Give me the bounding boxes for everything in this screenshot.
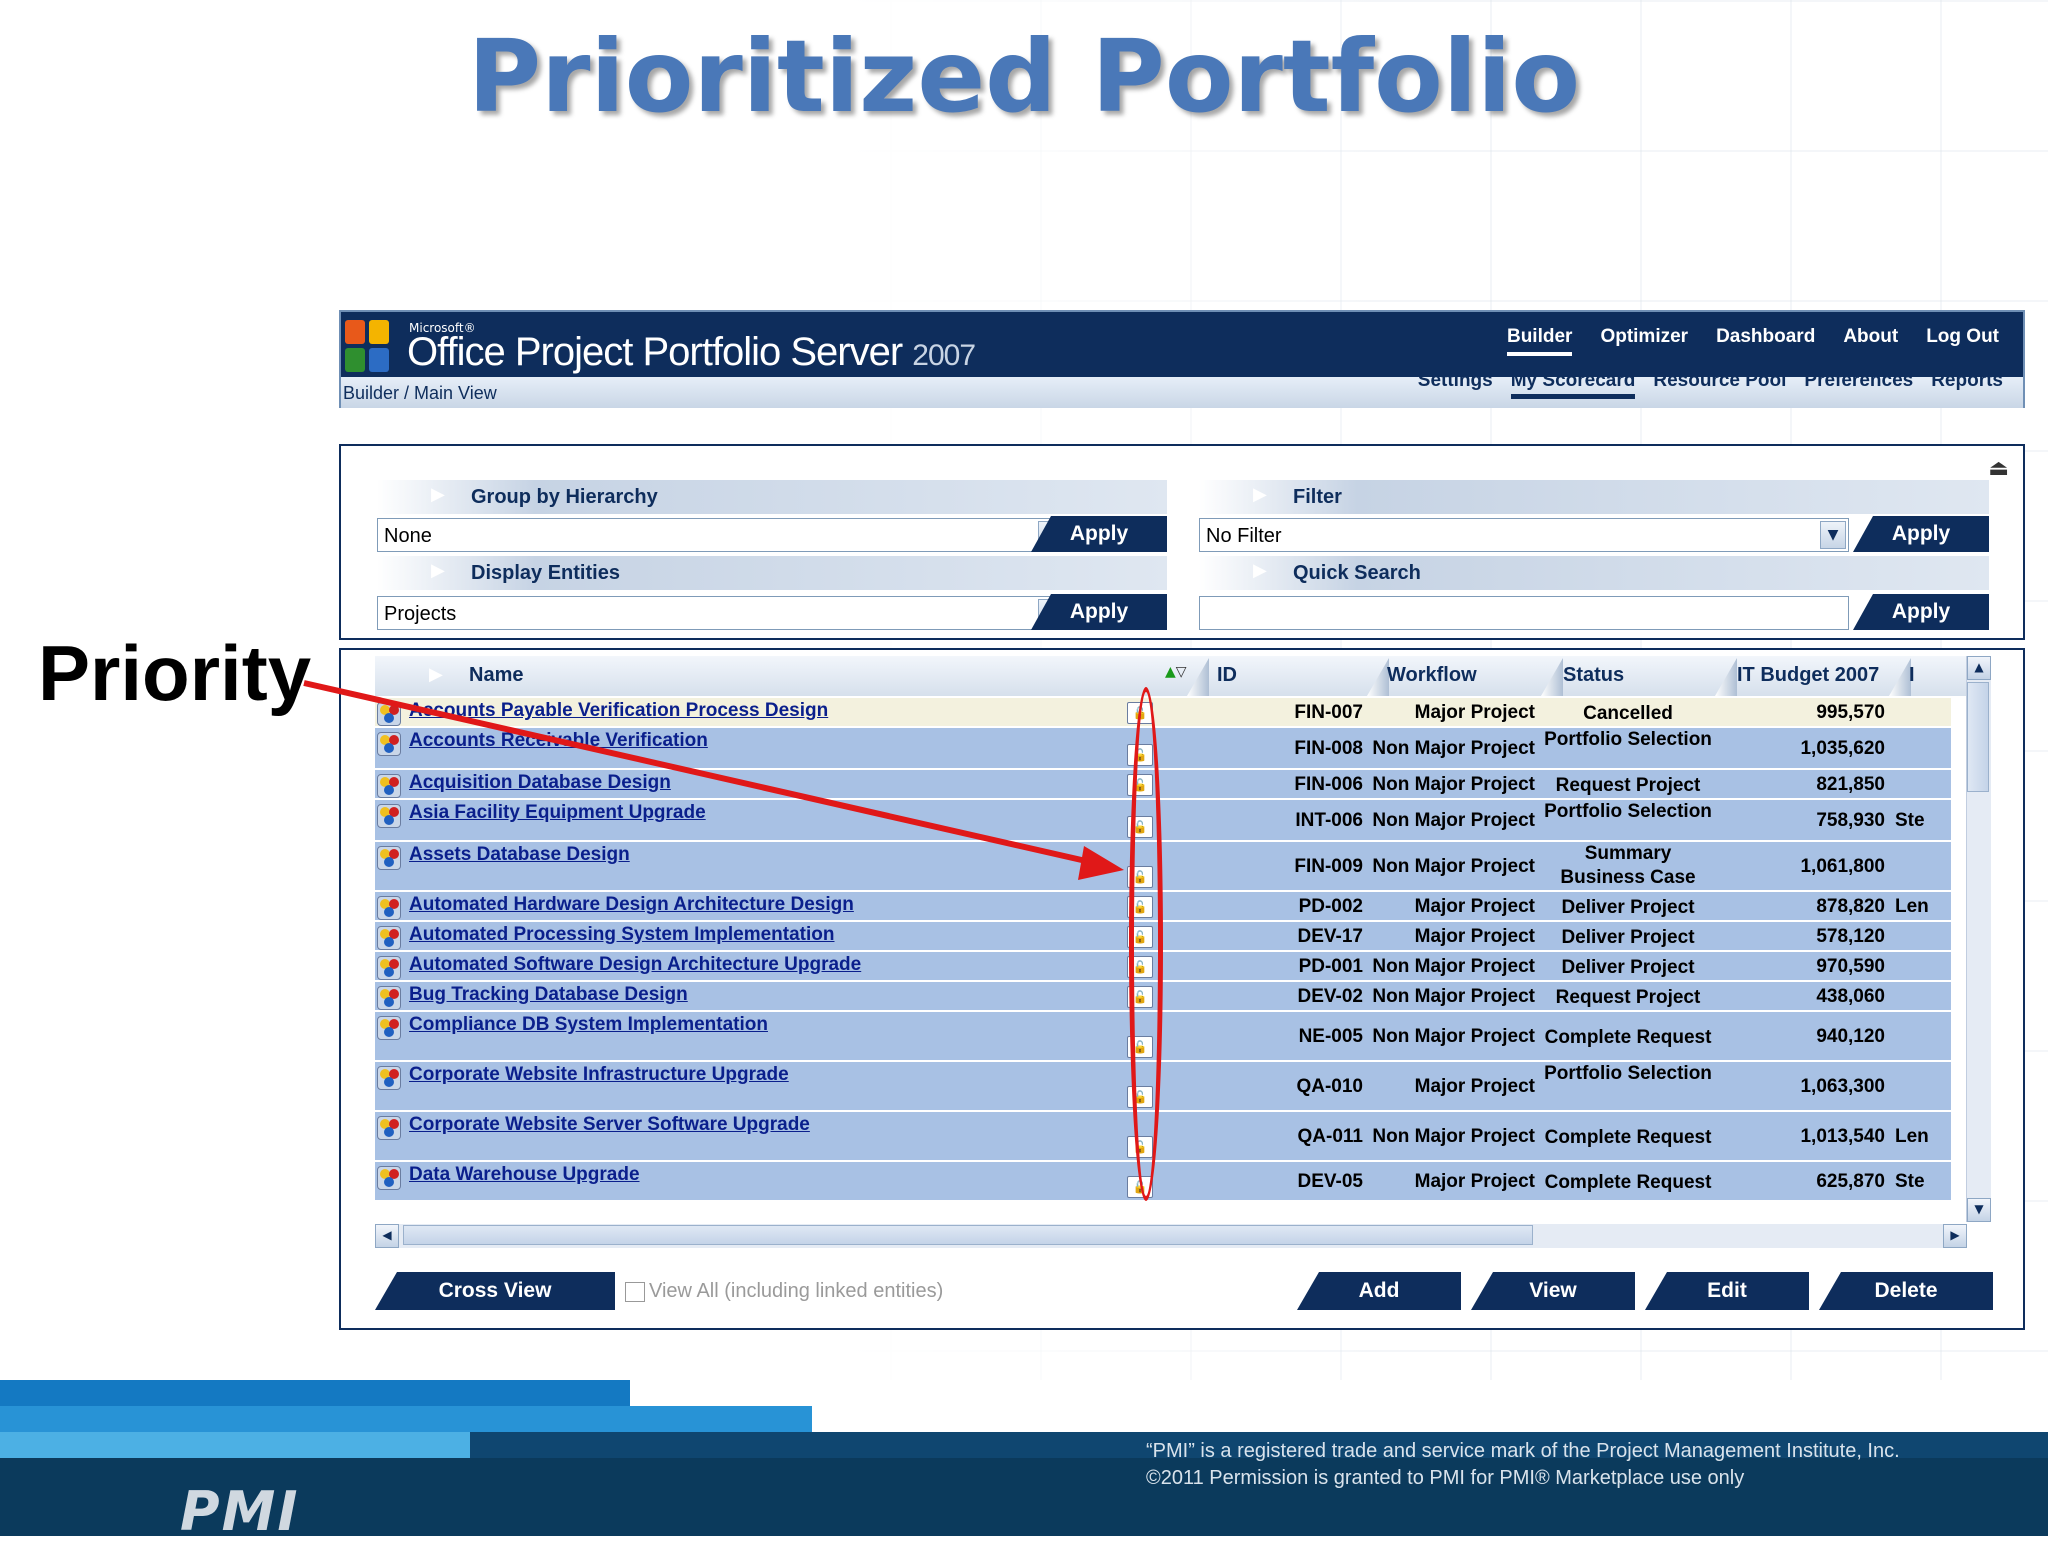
callout-overlay: [303, 680, 1124, 880]
pmi-logo: PMI: [180, 1480, 300, 1543]
priority-highlight-ellipse: [1129, 687, 1163, 1201]
trademark-footnote: “PMI” is a registered trade and service …: [1146, 1438, 1900, 1492]
footer-stripe: [0, 1380, 630, 1406]
callout-arrow-line: [303, 680, 1109, 869]
footer: PMI “PMI” is a registered trade and serv…: [0, 1380, 2048, 1543]
footer-stripe: [0, 1432, 470, 1458]
footnote-line-2: ©2011 Permission is granted to PMI for P…: [1146, 1467, 1745, 1489]
footer-stripe: [0, 1406, 812, 1432]
callout-arrow-head: [1078, 846, 1124, 880]
footnote-line-1: “PMI” is a registered trade and service …: [1146, 1440, 1900, 1462]
